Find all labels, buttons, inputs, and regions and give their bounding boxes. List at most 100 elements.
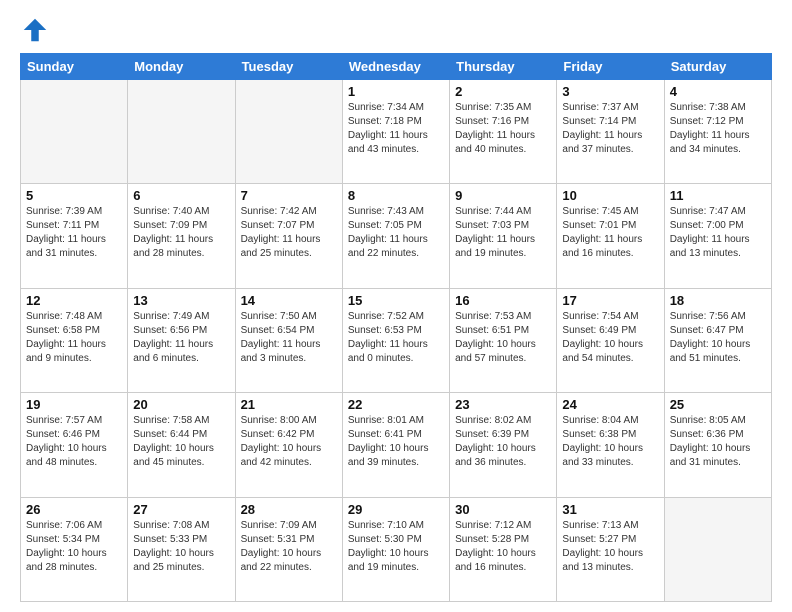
- day-info: Sunrise: 7:12 AM Sunset: 5:28 PM Dayligh…: [455, 519, 551, 575]
- day-number: 8: [348, 188, 444, 203]
- day-number: 24: [562, 397, 658, 412]
- day-cell: 2Sunrise: 7:35 AM Sunset: 7:16 PM Daylig…: [450, 80, 557, 184]
- day-number: 13: [133, 293, 229, 308]
- day-cell: 29Sunrise: 7:10 AM Sunset: 5:30 PM Dayli…: [342, 497, 449, 601]
- week-row-4: 19 Sunrise: 7:57 AM Sunset: 6:46 PM Dayli…: [21, 393, 772, 497]
- day-number: 20: [133, 397, 229, 412]
- weekday-header-saturday: Saturday: [664, 54, 771, 80]
- day-info: Sunrise: 7:42 AM Sunset: 7:07 PM Dayligh…: [241, 205, 337, 261]
- logo-icon: [20, 15, 50, 45]
- day-number: 11: [670, 188, 766, 203]
- day-cell: 3 Sunrise: 7:37 AM Sunset: 7:14 PM Daylig…: [557, 80, 664, 184]
- day-info: Sunrise: 8:04 AM Sunset: 6:38 PM Dayligh…: [562, 414, 658, 470]
- week-row-1: 1 Sunrise: 7:34 AM Sunset: 7:18 PM Daylig…: [21, 80, 772, 184]
- day-number: 31: [562, 502, 658, 517]
- weekday-header-monday: Monday: [128, 54, 235, 80]
- day-cell: 28Sunrise: 7:09 AM Sunset: 5:31 PM Dayli…: [235, 497, 342, 601]
- day-info: Sunrise: 7:44 AM Sunset: 7:03 PM Dayligh…: [455, 205, 551, 261]
- day-number: 9: [455, 188, 551, 203]
- weekday-header-thursday: Thursday: [450, 54, 557, 80]
- header: [20, 15, 772, 45]
- day-info: Sunrise: 7:13 AM Sunset: 5:27 PM Dayligh…: [562, 519, 658, 575]
- day-cell: 26 Sunrise: 7:06 AM Sunset: 5:34 PM Dayli…: [21, 497, 128, 601]
- day-cell: 25 Sunrise: 8:05 AM Sunset: 6:36 PM Dayli…: [664, 393, 771, 497]
- day-info: Sunrise: 7:38 AM Sunset: 7:12 PM Dayligh…: [670, 101, 766, 157]
- week-row-2: 5Sunrise: 7:39 AM Sunset: 7:11 PM Daylig…: [21, 184, 772, 288]
- day-number: 22: [348, 397, 444, 412]
- day-cell: 16 Sunrise: 7:53 AM Sunset: 6:51 PM Dayli…: [450, 288, 557, 392]
- day-cell: 20Sunrise: 7:58 AM Sunset: 6:44 PM Dayli…: [128, 393, 235, 497]
- day-info: Sunrise: 7:06 AM Sunset: 5:34 PM Dayligh…: [26, 519, 122, 575]
- day-number: 27: [133, 502, 229, 517]
- day-cell: 19 Sunrise: 7:57 AM Sunset: 6:46 PM Dayli…: [21, 393, 128, 497]
- day-cell: 8 Sunrise: 7:43 AM Sunset: 7:05 PM Daylig…: [342, 184, 449, 288]
- day-number: 18: [670, 293, 766, 308]
- day-info: Sunrise: 7:10 AM Sunset: 5:30 PM Dayligh…: [348, 519, 444, 575]
- week-row-5: 26 Sunrise: 7:06 AM Sunset: 5:34 PM Dayli…: [21, 497, 772, 601]
- day-info: Sunrise: 7:52 AM Sunset: 6:53 PM Dayligh…: [348, 310, 444, 366]
- day-info: Sunrise: 7:34 AM Sunset: 7:18 PM Dayligh…: [348, 101, 444, 157]
- day-cell: 11 Sunrise: 7:47 AM Sunset: 7:00 PM Dayli…: [664, 184, 771, 288]
- day-cell: 17 Sunrise: 7:54 AM Sunset: 6:49 PM Dayli…: [557, 288, 664, 392]
- day-number: 25: [670, 397, 766, 412]
- day-info: Sunrise: 8:01 AM Sunset: 6:41 PM Dayligh…: [348, 414, 444, 470]
- day-cell: 31 Sunrise: 7:13 AM Sunset: 5:27 PM Dayli…: [557, 497, 664, 601]
- week-row-3: 12 Sunrise: 7:48 AM Sunset: 6:58 PM Dayli…: [21, 288, 772, 392]
- day-number: 10: [562, 188, 658, 203]
- day-number: 30: [455, 502, 551, 517]
- day-number: 19: [26, 397, 122, 412]
- day-cell: 27 Sunrise: 7:08 AM Sunset: 5:33 PM Dayli…: [128, 497, 235, 601]
- day-number: 21: [241, 397, 337, 412]
- weekday-header-tuesday: Tuesday: [235, 54, 342, 80]
- weekday-header-row: SundayMondayTuesdayWednesdayThursdayFrid…: [21, 54, 772, 80]
- day-info: Sunrise: 7:39 AM Sunset: 7:11 PM Dayligh…: [26, 205, 122, 261]
- day-cell: 5Sunrise: 7:39 AM Sunset: 7:11 PM Daylig…: [21, 184, 128, 288]
- day-info: Sunrise: 7:43 AM Sunset: 7:05 PM Dayligh…: [348, 205, 444, 261]
- page: SundayMondayTuesdayWednesdayThursdayFrid…: [0, 0, 792, 612]
- day-info: Sunrise: 7:49 AM Sunset: 6:56 PM Dayligh…: [133, 310, 229, 366]
- day-cell: 6Sunrise: 7:40 AM Sunset: 7:09 PM Daylig…: [128, 184, 235, 288]
- day-number: 4: [670, 84, 766, 99]
- day-number: 3: [562, 84, 658, 99]
- day-number: 2: [455, 84, 551, 99]
- day-cell: [235, 80, 342, 184]
- day-cell: 15Sunrise: 7:52 AM Sunset: 6:53 PM Dayli…: [342, 288, 449, 392]
- day-number: 23: [455, 397, 551, 412]
- day-cell: [664, 497, 771, 601]
- day-number: 14: [241, 293, 337, 308]
- day-info: Sunrise: 7:54 AM Sunset: 6:49 PM Dayligh…: [562, 310, 658, 366]
- calendar-table: SundayMondayTuesdayWednesdayThursdayFrid…: [20, 53, 772, 602]
- day-info: Sunrise: 7:50 AM Sunset: 6:54 PM Dayligh…: [241, 310, 337, 366]
- day-cell: 10 Sunrise: 7:45 AM Sunset: 7:01 PM Dayli…: [557, 184, 664, 288]
- day-info: Sunrise: 8:05 AM Sunset: 6:36 PM Dayligh…: [670, 414, 766, 470]
- day-info: Sunrise: 8:02 AM Sunset: 6:39 PM Dayligh…: [455, 414, 551, 470]
- day-info: Sunrise: 8:00 AM Sunset: 6:42 PM Dayligh…: [241, 414, 337, 470]
- day-cell: 4 Sunrise: 7:38 AM Sunset: 7:12 PM Daylig…: [664, 80, 771, 184]
- day-cell: 23 Sunrise: 8:02 AM Sunset: 6:39 PM Dayli…: [450, 393, 557, 497]
- day-cell: 14 Sunrise: 7:50 AM Sunset: 6:54 PM Dayli…: [235, 288, 342, 392]
- weekday-header-friday: Friday: [557, 54, 664, 80]
- day-cell: 9 Sunrise: 7:44 AM Sunset: 7:03 PM Daylig…: [450, 184, 557, 288]
- day-info: Sunrise: 7:08 AM Sunset: 5:33 PM Dayligh…: [133, 519, 229, 575]
- day-info: Sunrise: 7:37 AM Sunset: 7:14 PM Dayligh…: [562, 101, 658, 157]
- logo: [20, 15, 54, 45]
- day-number: 7: [241, 188, 337, 203]
- day-number: 16: [455, 293, 551, 308]
- day-number: 17: [562, 293, 658, 308]
- day-info: Sunrise: 7:57 AM Sunset: 6:46 PM Dayligh…: [26, 414, 122, 470]
- weekday-header-sunday: Sunday: [21, 54, 128, 80]
- day-number: 1: [348, 84, 444, 99]
- day-info: Sunrise: 7:47 AM Sunset: 7:00 PM Dayligh…: [670, 205, 766, 261]
- weekday-header-wednesday: Wednesday: [342, 54, 449, 80]
- day-info: Sunrise: 7:53 AM Sunset: 6:51 PM Dayligh…: [455, 310, 551, 366]
- day-info: Sunrise: 7:40 AM Sunset: 7:09 PM Dayligh…: [133, 205, 229, 261]
- day-cell: [128, 80, 235, 184]
- day-number: 12: [26, 293, 122, 308]
- day-info: Sunrise: 7:48 AM Sunset: 6:58 PM Dayligh…: [26, 310, 122, 366]
- day-number: 28: [241, 502, 337, 517]
- day-cell: 21 Sunrise: 8:00 AM Sunset: 6:42 PM Dayli…: [235, 393, 342, 497]
- day-cell: 12 Sunrise: 7:48 AM Sunset: 6:58 PM Dayli…: [21, 288, 128, 392]
- day-cell: [21, 80, 128, 184]
- day-info: Sunrise: 7:45 AM Sunset: 7:01 PM Dayligh…: [562, 205, 658, 261]
- day-number: 26: [26, 502, 122, 517]
